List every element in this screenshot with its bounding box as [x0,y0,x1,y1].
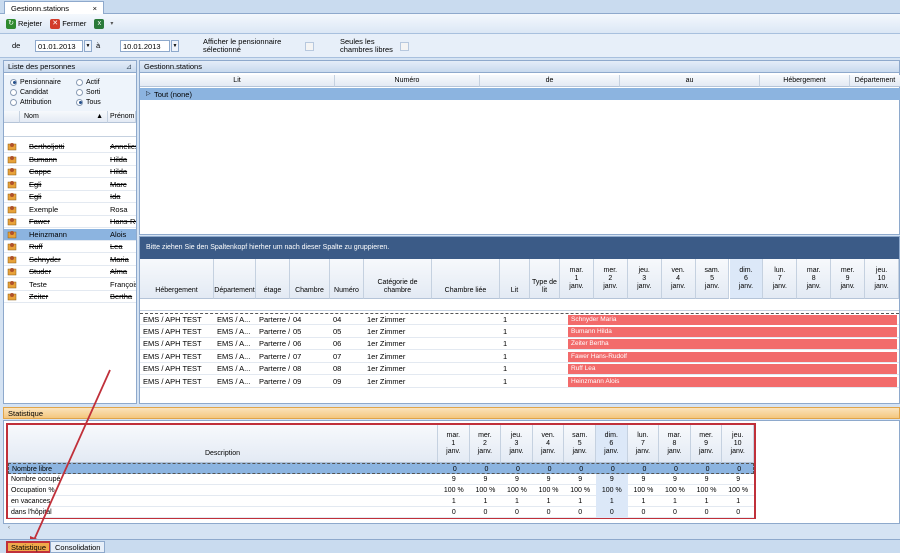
tab-statistique[interactable]: Statistique [6,541,52,553]
bottom-tab-bar: Statistique Consolidation [0,539,900,553]
tab-consolidation[interactable]: Consolidation [50,541,106,553]
annotation-arrow [30,369,111,548]
